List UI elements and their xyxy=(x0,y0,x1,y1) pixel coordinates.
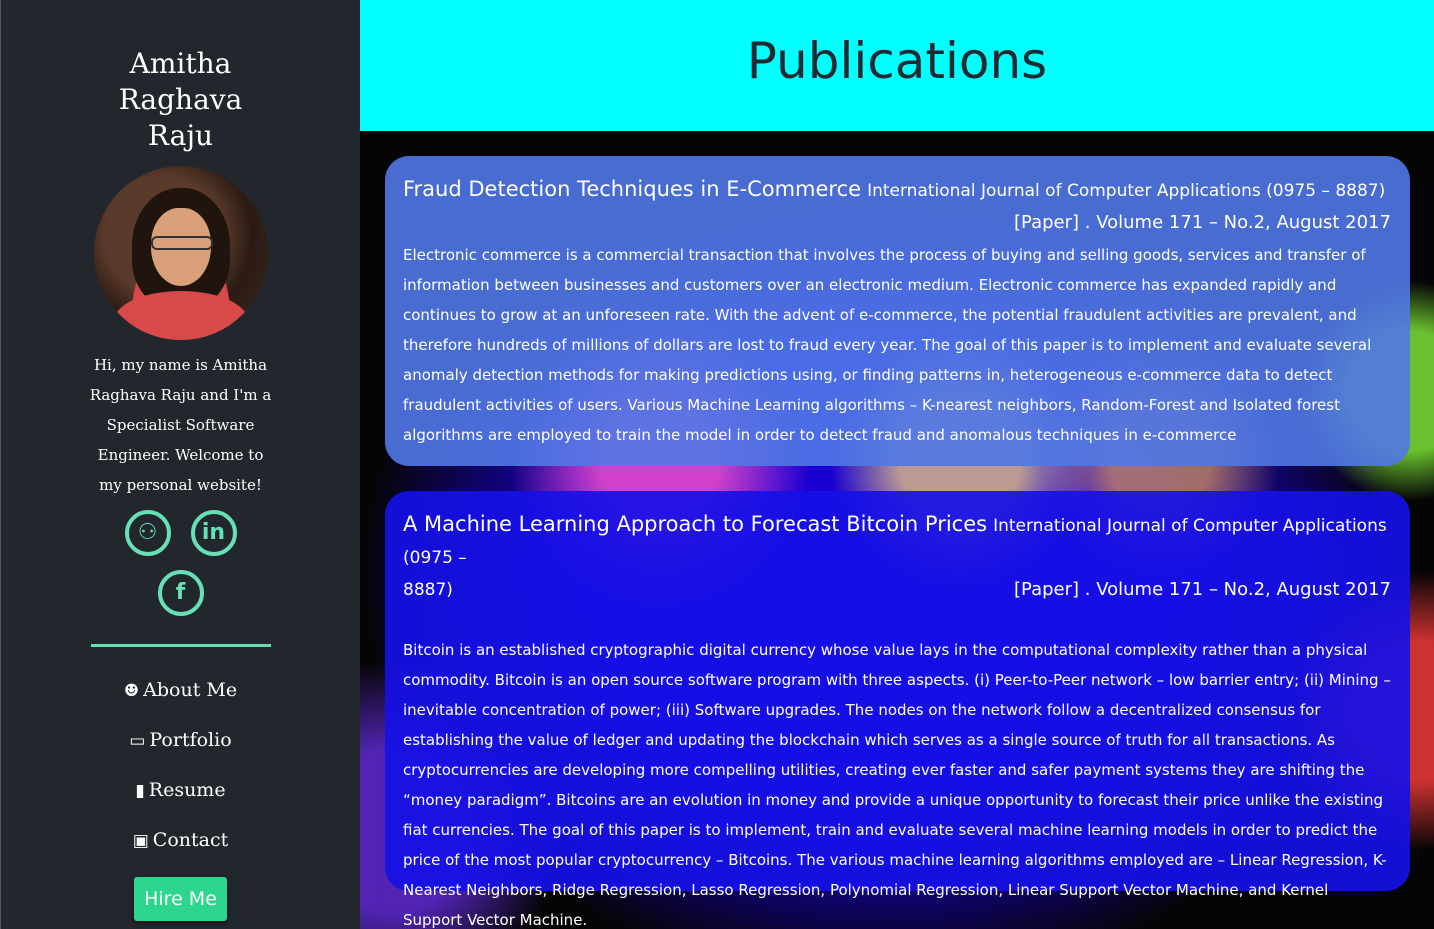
file-icon: ▮ xyxy=(135,781,145,801)
linkedin-icon[interactable]: in xyxy=(190,510,237,556)
nav-portfolio-label: Portfolio xyxy=(149,729,232,751)
publication-journal-cont: 8887) xyxy=(403,580,453,600)
publication-title[interactable]: Fraud Detection Techniques in E-Commerce xyxy=(403,177,861,201)
publication-ref-row: 8887) [Paper] . Volume 171 – No.2, Augus… xyxy=(403,573,1391,607)
publication-card: Fraud Detection Techniques in E-Commerce… xyxy=(385,156,1410,466)
page-title: Publications xyxy=(746,32,1048,90)
page-header: Publications xyxy=(360,0,1434,131)
site-owner-name: Amitha Raghava Raju xyxy=(118,47,243,152)
hire-me-button[interactable]: Hire Me xyxy=(134,877,227,921)
publication-ref: [Paper] . Volume 171 – No.2, August 2017 xyxy=(1014,579,1391,600)
laptop-icon: ▭ xyxy=(129,731,146,751)
publication-title-row: Fraud Detection Techniques in E-Commerce… xyxy=(403,174,1391,206)
nav-resume-label: Resume xyxy=(148,779,226,801)
social-links: ⚇ in f xyxy=(1,510,360,616)
intro-text: Hi, my name is Amitha Raghava Raju and I… xyxy=(89,356,272,494)
publication-journal: International Journal of Computer Applic… xyxy=(867,181,1386,201)
facebook-icon[interactable]: f xyxy=(157,570,204,616)
avatar-shirt xyxy=(113,291,248,340)
avatar xyxy=(93,166,268,340)
publications-section: Fraud Detection Techniques in E-Commerce… xyxy=(360,131,1434,929)
nav-resume[interactable]: ▮ Resume xyxy=(1,765,360,815)
contact-card-icon: ▣ xyxy=(132,831,149,851)
sidebar: Amitha Raghava Raju Hi, my name is Amith… xyxy=(0,0,360,929)
github-icon[interactable]: ⚇ xyxy=(124,510,171,556)
publication-title-row: A Machine Learning Approach to Forecast … xyxy=(403,509,1391,573)
publication-ref: [Paper] . Volume 171 – No.2, August 2017 xyxy=(1014,212,1391,233)
nav-portfolio[interactable]: ▭ Portfolio xyxy=(1,715,360,765)
nav-contact-label: Contact xyxy=(152,829,229,851)
publication-abstract: Bitcoin is an established cryptographic … xyxy=(403,641,1391,929)
user-icon: ☻ xyxy=(123,681,140,701)
sidebar-nav: ☻ About Me ▭ Portfolio ▮ Resume ▣ Contact xyxy=(1,665,360,865)
nav-contact[interactable]: ▣ Contact xyxy=(1,815,360,865)
sidebar-divider xyxy=(90,644,271,647)
publication-title[interactable]: A Machine Learning Approach to Forecast … xyxy=(403,512,987,536)
publication-card: A Machine Learning Approach to Forecast … xyxy=(385,491,1410,929)
nav-about-me-label: About Me xyxy=(143,679,238,701)
publication-abstract: Electronic commerce is a commercial tran… xyxy=(403,246,1372,444)
avatar-glasses xyxy=(150,236,213,250)
nav-about-me[interactable]: ☻ About Me xyxy=(1,665,360,715)
